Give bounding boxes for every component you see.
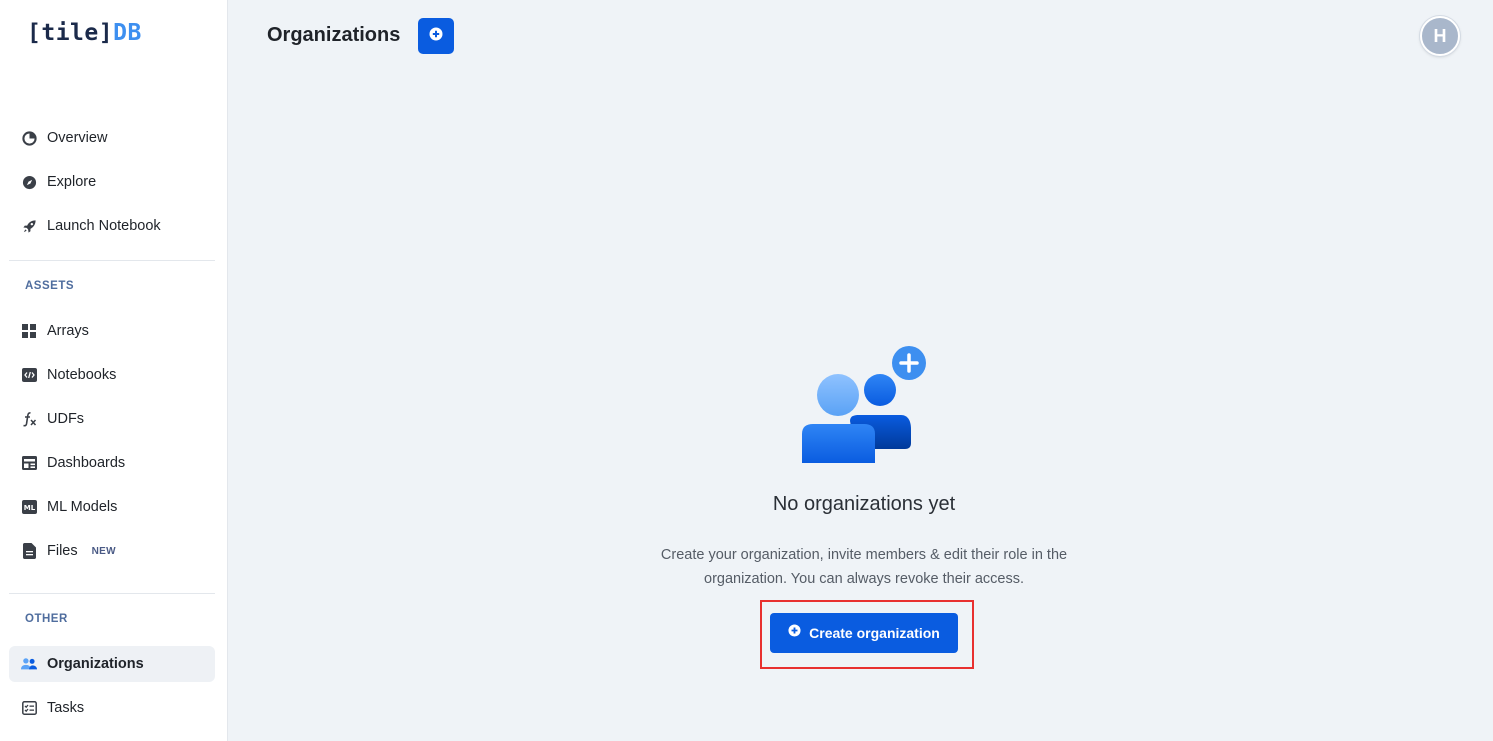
sidebar-item-notebooks[interactable]: Notebooks (9, 357, 215, 393)
logo-bracket-close: ] (98, 20, 114, 46)
plus-circle-icon (429, 27, 443, 46)
sidebar-item-organizations[interactable]: Organizations (9, 646, 215, 682)
sidebar-item-label: Launch Notebook (47, 218, 161, 234)
empty-state-description-line: Create your organization, invite members… (660, 547, 1068, 563)
sidebar-item-launch-notebook[interactable]: Launch Notebook (9, 208, 215, 244)
sidebar-item-explore[interactable]: Explore (9, 164, 215, 200)
sidebar-item-ml-models[interactable]: ML ML Models (9, 489, 215, 525)
logo-bracket-open: [ (27, 20, 42, 46)
file-icon (21, 543, 37, 559)
sidebar-item-label: Overview (47, 130, 108, 146)
sidebar-item-label: Tasks (47, 700, 85, 716)
sidebar-item-files[interactable]: Files NEW (9, 533, 215, 569)
pie-chart-icon (21, 130, 37, 146)
sidebar-divider (9, 260, 215, 261)
ml-icon: ML (21, 499, 37, 515)
users-icon (21, 656, 37, 672)
create-organization-label: Create organization (809, 625, 940, 641)
plus-circle-icon (788, 624, 801, 642)
sidebar-item-label: ML Models (47, 499, 118, 515)
add-organization-button[interactable] (418, 18, 454, 54)
page-title: Organizations (267, 24, 401, 46)
sidebar-item-dashboards[interactable]: Dashboards (9, 445, 215, 481)
code-notebook-icon (21, 367, 37, 383)
dashboard-icon (21, 455, 37, 471)
tiledb-logo[interactable]: [tile]DB (27, 20, 142, 46)
function-icon (21, 411, 37, 427)
create-organization-button[interactable]: Create organization (770, 613, 958, 653)
sidebar-item-udfs[interactable]: UDFs (9, 401, 215, 437)
new-badge: NEW (91, 545, 116, 557)
sidebar-divider (9, 593, 215, 594)
compass-icon (21, 174, 37, 190)
sidebar-item-label: UDFs (47, 411, 85, 427)
grid-icon (21, 323, 37, 339)
sidebar-item-tasks[interactable]: Tasks (9, 690, 215, 726)
sidebar: [tile]DB Overview Explore Launch Noteboo… (0, 0, 228, 741)
sidebar-item-label: Dashboards (47, 455, 126, 471)
avatar[interactable]: H (1420, 16, 1460, 56)
organizations-illustration (795, 343, 935, 468)
logo-tile-text: tile (41, 20, 99, 46)
sidebar-item-label: Organizations (47, 656, 144, 672)
sidebar-item-label: Arrays (47, 323, 89, 339)
section-title-assets: ASSETS (25, 280, 75, 292)
sidebar-item-overview[interactable]: Overview (9, 120, 215, 156)
tasks-icon (21, 700, 37, 716)
empty-state-title: No organizations yet (772, 493, 956, 515)
section-title-other: OTHER (25, 613, 68, 625)
sidebar-item-label: Notebooks (47, 367, 117, 383)
logo-db-text: DB (113, 20, 142, 46)
rocket-icon (21, 218, 37, 234)
empty-state-description-line: organization. You can always revoke thei… (704, 571, 1024, 587)
sidebar-item-label: Files (47, 543, 78, 559)
svg-text:ML: ML (23, 504, 35, 512)
sidebar-item-arrays[interactable]: Arrays (9, 313, 215, 349)
sidebar-item-label: Explore (47, 174, 97, 190)
empty-state-description: Create your organization, invite members… (634, 543, 1094, 591)
